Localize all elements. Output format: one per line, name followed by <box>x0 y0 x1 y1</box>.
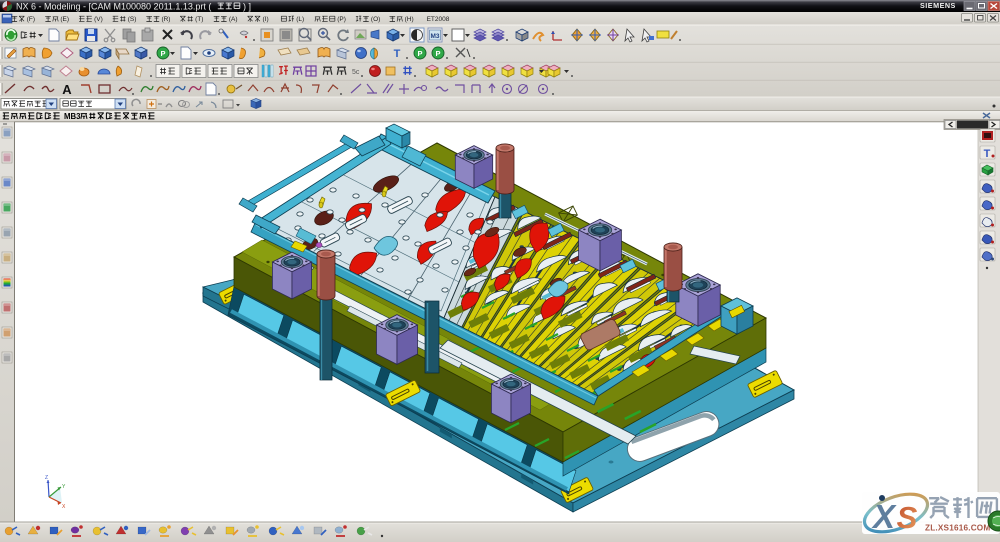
svg-text:(L): (L) <box>296 16 304 23</box>
svg-text:(E): (E) <box>60 16 69 23</box>
svg-text:P: P <box>160 49 165 58</box>
svg-text:(V): (V) <box>94 16 103 23</box>
svg-text:(A): (A) <box>229 16 238 23</box>
svg-text:(O): (O) <box>371 16 380 23</box>
svg-text:MB3: MB3 <box>64 112 81 121</box>
svg-text:(T): (T) <box>195 16 203 23</box>
svg-text:(P): (P) <box>337 16 346 23</box>
svg-text:SIEMENS: SIEMENS <box>920 1 956 10</box>
svg-text:ET2008: ET2008 <box>427 16 450 23</box>
svg-text:M3: M3 <box>430 33 439 40</box>
svg-text:(F): (F) <box>27 16 35 23</box>
svg-text:P: P <box>435 49 440 58</box>
svg-text:T: T <box>984 148 991 160</box>
svg-text:P: P <box>417 49 422 58</box>
svg-text:T: T <box>394 48 401 60</box>
svg-text:5c: 5c <box>352 69 360 76</box>
svg-text:X: X <box>871 498 897 535</box>
svg-text:NX 6 - Modeling - [CAM M100080: NX 6 - Modeling - [CAM M100080 2011.1.13… <box>16 2 211 12</box>
svg-text:) ]: ) ] <box>243 2 251 12</box>
svg-text:ZL.XS1616.COM: ZL.XS1616.COM <box>925 524 990 533</box>
svg-text:(I): (I) <box>263 16 269 23</box>
svg-text:(R): (R) <box>161 16 170 23</box>
svg-text:A: A <box>62 82 72 97</box>
svg-text:(H): (H) <box>405 16 414 23</box>
svg-text:S: S <box>897 500 918 535</box>
svg-text:(S): (S) <box>128 16 137 23</box>
svg-text:Z: Z <box>45 475 48 481</box>
